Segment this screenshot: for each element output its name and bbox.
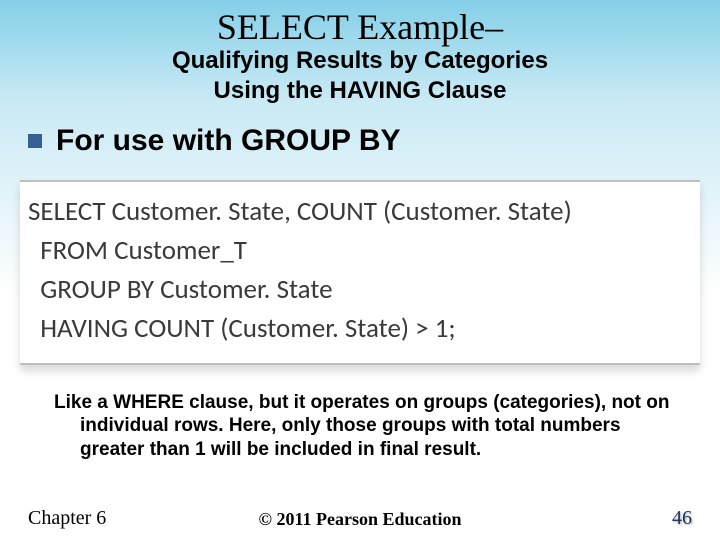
slide-title: SELECT Example– — [0, 0, 720, 48]
subtitle-line-1: Qualifying Results by Categories — [172, 47, 548, 74]
code-line-1: SELECT Customer. State, COUNT (Customer.… — [28, 192, 692, 231]
code-line-4: HAVING COUNT (Customer. State) > 1; — [28, 309, 692, 348]
slide-subtitle: Qualifying Results by Categories Using t… — [0, 46, 720, 106]
copyright-label: © 2011 Pearson Education — [259, 509, 462, 530]
chapter-label: Chapter 6 — [28, 507, 106, 530]
bullet-item: For use with GROUP BY — [0, 124, 720, 158]
bullet-icon — [28, 134, 42, 148]
sql-code-block: SELECT Customer. State, COUNT (Customer.… — [20, 180, 700, 365]
code-line-2: FROM Customer_T — [28, 231, 692, 270]
explanation-text: Like a WHERE clause, but it operates on … — [26, 365, 720, 462]
code-line-3: GROUP BY Customer. State — [28, 270, 692, 309]
slide: SELECT Example– Qualifying Results by Ca… — [0, 0, 720, 540]
bullet-text: For use with GROUP BY — [56, 124, 401, 158]
subtitle-line-2: Using the HAVING Clause — [214, 77, 507, 104]
footer: Chapter 6 © 2011 Pearson Education 46 — [0, 507, 720, 530]
page-number: 46 — [672, 507, 692, 530]
